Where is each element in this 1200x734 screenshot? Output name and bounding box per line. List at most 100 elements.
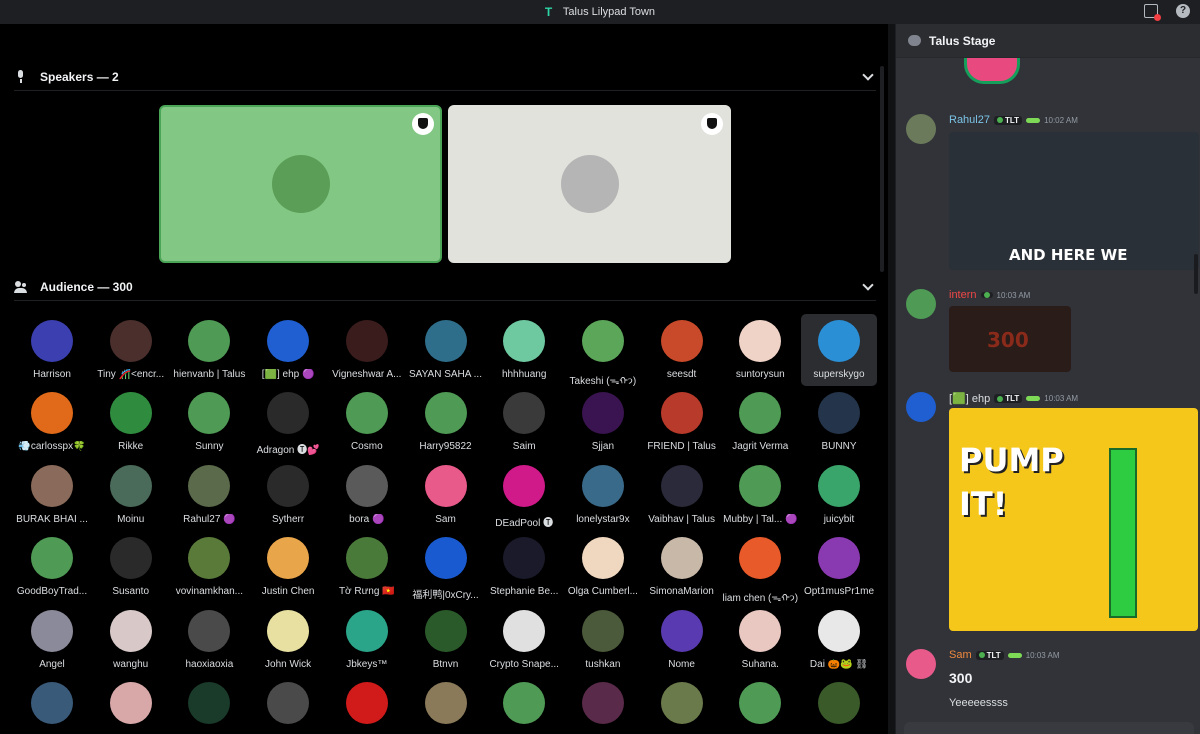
chat-scrollbar[interactable] (1194, 254, 1198, 294)
audience-member[interactable]: Takeshi (ᯓᡣ𐭩) (565, 314, 641, 387)
audience-member[interactable]: Saim (486, 386, 562, 458)
audience-member[interactable] (486, 676, 562, 734)
audience-member[interactable]: Sam (408, 459, 484, 531)
audience-member[interactable] (722, 676, 798, 734)
message-author[interactable]: [🟩] ehp (949, 392, 990, 405)
audience-member[interactable]: Angel (14, 604, 90, 676)
speakers-label: Speakers — 2 (40, 69, 119, 84)
audience-member[interactable]: Cosmo (329, 386, 405, 458)
audience-member[interactable]: Moinu (93, 459, 169, 531)
audience-member[interactable]: SAYAN SAHA ... (408, 314, 484, 386)
audience-member[interactable]: 💨carlosspx🍀 (14, 386, 90, 458)
audience-member[interactable] (801, 676, 877, 734)
audience-member[interactable]: Harrison (14, 314, 90, 386)
audience-header[interactable]: Audience — 300 (14, 273, 876, 301)
audience-member[interactable]: liam chen (ᯓᡣ𐭩) (722, 531, 798, 604)
audience-member[interactable] (644, 676, 720, 734)
audience-member[interactable]: Adragon 🅣💕 (250, 386, 326, 458)
avatar[interactable] (906, 392, 936, 422)
audience-member[interactable]: juicybit (801, 459, 877, 531)
avatar[interactable] (906, 649, 936, 679)
avatar[interactable] (906, 289, 936, 319)
member-name: hhhhuang (501, 369, 547, 380)
audience-member[interactable] (408, 676, 484, 734)
audience-member[interactable] (93, 676, 169, 734)
inbox-icon[interactable] (1144, 4, 1161, 21)
audience-member[interactable]: lonelystar9x (565, 459, 641, 531)
audience-member[interactable]: Tờ Rưng 🇻🇳 (329, 531, 405, 603)
audience-member[interactable]: GoodBoyTrad... (14, 531, 90, 603)
message-author[interactable]: Sam (949, 649, 972, 661)
audience-member[interactable]: Rahul27 🟣 (171, 459, 247, 531)
audience-member[interactable]: Mubby | Tal... 🟣 (722, 459, 798, 531)
audience-member[interactable]: Stephanie Be... (486, 531, 562, 603)
audience-member[interactable]: Sjjan (565, 386, 641, 458)
audience-member[interactable]: bora 🟣 (329, 459, 405, 531)
avatar (424, 682, 467, 724)
member-name: bora 🟣 (349, 514, 385, 525)
avatar[interactable] (906, 114, 936, 144)
help-icon[interactable]: ? (1176, 4, 1190, 18)
audience-member[interactable]: BUNNY (801, 386, 877, 458)
audience-member[interactable]: wanghu (93, 604, 169, 676)
speaker-tile[interactable] (159, 105, 442, 263)
audience-member[interactable]: Btnvn (408, 604, 484, 676)
audience-member[interactable]: Dai 🎃🐸 ⛓ (801, 604, 877, 676)
audience-member[interactable]: DEadPool 🅣 (486, 459, 562, 531)
member-name: Tờ Rưng 🇻🇳 (338, 586, 395, 597)
stage-scrollbar[interactable] (880, 66, 884, 272)
message-author[interactable]: intern (949, 289, 977, 301)
audience-member[interactable]: Vaibhav | Talus (644, 459, 720, 531)
speaker-tile[interactable] (448, 105, 731, 263)
audience-member[interactable] (250, 676, 326, 734)
audience-member[interactable]: Susanto (93, 531, 169, 603)
audience-member[interactable]: seesdt (644, 314, 720, 386)
speakers-header[interactable]: Speakers — 2 (14, 63, 876, 91)
audience-member[interactable]: Sunny (171, 386, 247, 458)
audience-member[interactable]: hhhhuang (486, 314, 562, 386)
audience-member[interactable] (171, 676, 247, 734)
audience-member[interactable]: Sytherr (250, 459, 326, 531)
avatar (345, 392, 388, 434)
message-media[interactable]: 300 (949, 306, 1071, 372)
audience-member[interactable] (329, 676, 405, 734)
audience-member[interactable] (565, 676, 641, 734)
audience-member[interactable]: Opt1musPr1me (801, 531, 877, 603)
audience-member[interactable]: Nome (644, 604, 720, 676)
audience-member[interactable]: Crypto Snape... (486, 604, 562, 676)
audience-member[interactable]: John Wick (250, 604, 326, 676)
role-tag-text: TLT (1004, 115, 1020, 125)
audience-member[interactable]: BURAK BHAI ... (14, 459, 90, 531)
member-name: Adragon 🅣💕 (256, 445, 320, 456)
message-author[interactable]: Rahul27 (949, 114, 990, 126)
audience-member[interactable]: Jagrit Verma (722, 386, 798, 458)
audience-member[interactable]: 福利鸭|0xCry... (408, 531, 484, 603)
chat-input[interactable] (904, 722, 1194, 734)
audience-member[interactable]: tushkan (565, 604, 641, 676)
audience-member[interactable]: Harry95822 (408, 386, 484, 458)
audience-member[interactable]: [🟩] ehp 🟣 (250, 314, 326, 386)
audience-member[interactable]: Tiny 🎢<encr... (93, 314, 169, 386)
audience-member[interactable]: hienvanb | Talus (171, 314, 247, 386)
audience-member[interactable]: FRIEND | Talus (644, 386, 720, 458)
audience-member[interactable]: Suhana. (722, 604, 798, 676)
member-name: Stephanie Be... (489, 586, 559, 597)
audience-member[interactable] (14, 676, 90, 734)
member-name: tushkan (585, 659, 621, 670)
audience-member[interactable]: Olga Cumberl... (565, 531, 641, 603)
audience-member[interactable]: suntorysun (722, 314, 798, 386)
audience-member[interactable]: vovinamkhan... (171, 531, 247, 603)
member-name: 福利鸭|0xCry... (412, 590, 479, 601)
audience-member[interactable]: SimonaMarion (644, 531, 720, 603)
audience-member[interactable]: superskygo (801, 314, 877, 386)
chevron-down-icon[interactable] (862, 69, 874, 81)
chevron-down-icon[interactable] (862, 279, 874, 291)
audience-member[interactable]: haoxiaoxia (171, 604, 247, 676)
message-media[interactable]: PUMP IT! (949, 408, 1198, 631)
message-text: Yeeeeessss (949, 697, 1008, 709)
audience-member[interactable]: Vigneshwar A... (329, 314, 405, 386)
audience-member[interactable]: Justin Chen (250, 531, 326, 603)
audience-member[interactable]: Jbkeys™ (329, 604, 405, 676)
audience-member[interactable]: Rikke (93, 386, 169, 458)
message-media[interactable]: AND HERE WE (949, 132, 1199, 270)
